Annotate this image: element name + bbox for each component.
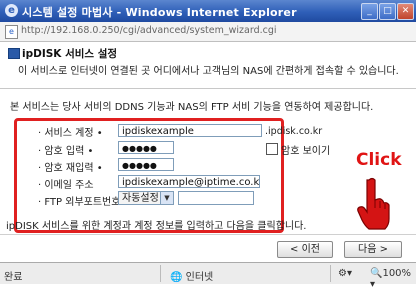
page-title: ipDISK 서비스 설정: [22, 48, 118, 60]
password-confirm-label: · 암호 재입력 •: [38, 163, 103, 174]
internet-zone: 🌐 인터넷: [170, 268, 213, 283]
ftp-port-select-value: 자동설정: [122, 193, 159, 204]
address-bar[interactable]: e http://192.168.0.250/cgi/advanced/syst…: [0, 22, 416, 42]
password-label: · 암호 입력 •: [38, 146, 94, 157]
window-title: 시스템 설정 마법사 - Windows Internet Explorer: [22, 6, 297, 19]
prev-button[interactable]: < 이전: [277, 241, 333, 258]
page-icon: e: [5, 25, 18, 39]
ftp-port-input[interactable]: [178, 191, 254, 205]
password-confirm-input[interactable]: ●●●●●: [118, 158, 174, 171]
next-button[interactable]: 다음 >: [344, 241, 402, 258]
show-password-checkbox[interactable]: [266, 143, 278, 155]
section-icon: [8, 48, 20, 59]
ie-icon: e: [5, 4, 18, 17]
zoom-icon: 🔍: [370, 268, 383, 279]
page-subtitle: 이 서비스로 인터넷이 연결된 곳 어디에서나 고객님의 NAS에 간편하게 접…: [18, 66, 399, 77]
instruction-note: ipDISK 서비스를 위한 계정과 계정 정보를 입력하고 다음을 클릭합니다…: [6, 221, 307, 232]
url-text[interactable]: http://192.168.0.250/cgi/advanced/system…: [21, 25, 277, 36]
status-text: 완료: [4, 272, 23, 283]
globe-icon: 🌐: [170, 272, 183, 283]
zoom-control[interactable]: 🔍100% ▾: [370, 268, 416, 290]
password-input[interactable]: ●●●●●: [118, 141, 174, 154]
ftp-port-select[interactable]: 자동설정 ▼: [118, 191, 174, 205]
divider: [0, 234, 416, 235]
status-divider: [160, 265, 161, 282]
security-icon[interactable]: ⚙▾: [338, 268, 352, 279]
intro-text: 본 서비스는 당사 서비의 DDNS 기능과 NAS의 FTP 서비 기능을 연…: [10, 102, 374, 113]
window-titlebar: e 시스템 설정 마법사 - Windows Internet Explorer…: [0, 0, 416, 22]
service-account-label: · 서비스 계정 •: [38, 128, 103, 139]
page-header: ipDISK 서비스 설정 이 서비스로 인터넷이 연결된 곳 어디에서나 고객…: [0, 42, 416, 89]
zone-label: 인터넷: [185, 272, 214, 283]
close-button[interactable]: ✕: [397, 3, 414, 20]
click-annotation: Click: [356, 150, 402, 170]
email-input[interactable]: ipdiskexample@iptime.co.kr: [118, 175, 260, 188]
page-content: ipDISK 서비스 설정 이 서비스로 인터넷이 연결된 곳 어디에서나 고객…: [0, 42, 416, 261]
show-password-label: 암호 보이기: [281, 146, 331, 157]
status-divider: [330, 265, 331, 282]
service-account-input[interactable]: ipdiskexample: [118, 124, 262, 137]
email-label: · 이메일 주소: [38, 180, 94, 191]
zoom-level: 100%: [382, 268, 412, 279]
ftp-port-label: · FTP 외부포트번호: [38, 197, 121, 208]
maximize-button[interactable]: □: [379, 3, 396, 20]
domain-suffix: .ipdisk.co.kr: [265, 126, 323, 137]
minimize-button[interactable]: _: [361, 3, 378, 20]
status-bar: 완료 🌐 인터넷 ⚙▾ 🔍100% ▾: [0, 262, 416, 290]
hand-pointer-icon: [357, 177, 390, 230]
chevron-down-icon[interactable]: ▼: [160, 192, 173, 204]
